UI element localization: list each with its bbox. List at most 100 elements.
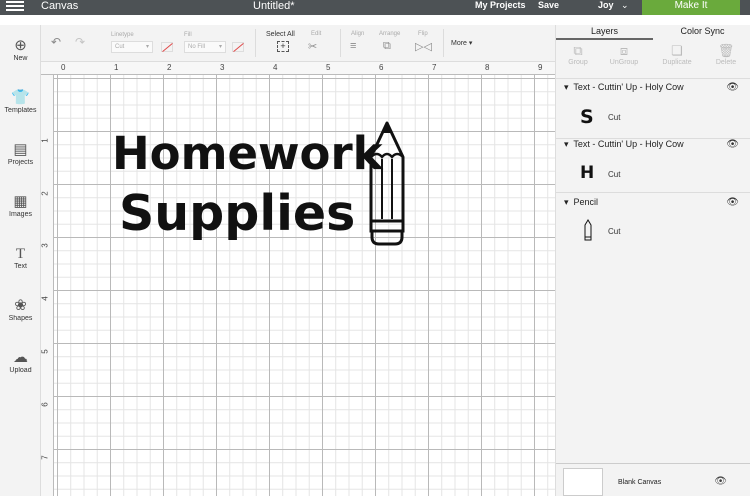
blank-canvas-swatch[interactable] <box>563 468 603 496</box>
visibility-eye-icon[interactable]: 👁 <box>726 139 739 150</box>
linetype-value: Cut <box>115 44 125 50</box>
design-text-supplies[interactable]: Supplies <box>119 185 355 243</box>
edit-scissors-icon[interactable]: ✂ <box>308 40 317 53</box>
align-label: Align <box>351 31 365 37</box>
save-button[interactable]: Save <box>538 0 559 10</box>
linetype-label: Linetype <box>111 32 134 38</box>
hidden-eye-icon[interactable]: 👁 <box>714 476 727 487</box>
layer-thumbnail: S <box>580 106 594 128</box>
ruler-label: 2 <box>40 191 50 196</box>
select-all-label: Select All <box>266 31 295 38</box>
layer-group[interactable]: ▾ Text - Cuttin' Up - Holy Cow 👁 H Cut <box>556 139 750 193</box>
app-name: Canvas <box>41 0 79 12</box>
sidebar-item-text[interactable]: T Text <box>0 245 41 270</box>
ruler-label: 8 <box>485 63 490 72</box>
my-projects-link[interactable]: My Projects <box>475 0 526 10</box>
user-menu[interactable]: Joy <box>598 0 614 10</box>
pencil-thumbnail-icon <box>584 219 592 241</box>
ruler-label: 5 <box>326 63 331 72</box>
align-icon[interactable]: ≡ <box>350 40 356 52</box>
sidebar-item-label: Images <box>9 211 32 218</box>
ruler-label: 1 <box>40 138 50 143</box>
projects-icon: ▤ <box>13 141 28 158</box>
ruler-label: 9 <box>538 63 543 72</box>
tab-color-sync[interactable]: Color Sync <box>654 25 750 40</box>
ruler-label: 6 <box>379 63 384 72</box>
sidebar-item-upload[interactable]: ☁ Upload <box>0 349 41 374</box>
ruler-label: 4 <box>273 63 278 72</box>
layer-tools: ⧉ Group ⧈ UnGroup ❏ Duplicate 🗑 Delete <box>556 41 750 79</box>
edit-label: Edit <box>311 31 322 37</box>
duplicate-button[interactable]: ❏ Duplicate <box>655 43 699 66</box>
make-it-button[interactable]: Make It <box>642 0 740 15</box>
blank-canvas-row[interactable]: Blank Canvas 👁 <box>556 463 750 496</box>
fill-color-swatch[interactable] <box>232 42 244 53</box>
layer-name: Pencil <box>573 197 599 207</box>
undo-icon[interactable]: ↶ <box>51 35 61 49</box>
ruler-label: 7 <box>40 455 50 460</box>
ruler-label: 3 <box>40 243 50 248</box>
visibility-eye-icon[interactable]: 👁 <box>726 197 739 208</box>
image-icon: ▦ <box>13 193 28 210</box>
ruler-label: 5 <box>40 349 50 354</box>
fill-label: Fill <box>184 32 192 38</box>
arrange-icon[interactable]: ⧉ <box>383 40 391 53</box>
sidebar-item-label: New <box>13 55 28 62</box>
fill-value: No Fill <box>188 44 206 50</box>
sidebar-item-templates[interactable]: 👕 Templates <box>0 89 41 114</box>
pencil-shape[interactable] <box>366 121 408 247</box>
layer-operation: Cut <box>608 113 621 122</box>
ungroup-button[interactable]: ⧈ UnGroup <box>602 43 646 66</box>
delete-button[interactable]: 🗑 Delete <box>704 43 748 66</box>
fill-select[interactable]: No Fill ▾ <box>184 41 226 53</box>
panel-tabs: Layers Color Sync <box>556 25 750 40</box>
layer-title[interactable]: ▾ Pencil <box>564 197 598 208</box>
dropdown-arrow-icon: ▾ <box>218 44 222 50</box>
visibility-eye-icon[interactable]: 👁 <box>726 82 739 93</box>
layer-group[interactable]: ▾ Text - Cuttin' Up - Holy Cow 👁 S Cut <box>556 82 750 139</box>
linetype-color-swatch[interactable] <box>161 42 173 53</box>
sidebar-item-new[interactable]: ⊕ New <box>0 37 41 62</box>
trash-icon: 🗑 <box>717 43 735 58</box>
ruler-label: 6 <box>40 402 50 407</box>
hamburger-menu-icon[interactable] <box>6 0 24 15</box>
duplicate-label: Duplicate <box>662 59 692 66</box>
ruler-label: 1 <box>114 63 119 72</box>
horizontal-ruler: 0 1 2 3 4 5 6 7 8 9 <box>41 62 555 75</box>
layer-title[interactable]: ▾ Text - Cuttin' Up - Holy Cow <box>564 139 684 150</box>
redo-icon[interactable]: ↷ <box>75 35 85 49</box>
blank-canvas-label: Blank Canvas <box>618 479 662 486</box>
sidebar-item-label: Text <box>14 263 27 270</box>
flip-icon[interactable]: ▷◁ <box>415 40 432 53</box>
layer-title[interactable]: ▾ Text - Cuttin' Up - Holy Cow <box>564 82 684 93</box>
flip-label: Flip <box>418 31 428 37</box>
plus-circle-icon: ⊕ <box>14 37 27 54</box>
linetype-select[interactable]: Cut ▾ <box>111 41 153 53</box>
vertical-ruler: 1 2 3 4 5 6 7 <box>41 75 54 496</box>
sidebar-item-images[interactable]: ▦ Images <box>0 193 41 218</box>
design-space-app: Canvas Untitled* My Projects Save Joy ⌄ … <box>0 0 750 496</box>
layer-thumbnail: H <box>580 163 595 183</box>
toolbar-divider <box>340 29 341 57</box>
text-icon: T <box>15 246 26 262</box>
group-button[interactable]: ⧉ Group <box>556 43 600 66</box>
sidebar-item-projects[interactable]: ▤ Projects <box>0 141 41 166</box>
design-text-homework[interactable]: Homework <box>112 127 383 181</box>
select-all-icon[interactable]: + <box>277 41 289 52</box>
sidebar-item-label: Upload <box>9 367 32 374</box>
layer-name: Text - Cuttin' Up - Holy Cow <box>573 82 684 92</box>
chevron-down-icon[interactable]: ⌄ <box>621 0 629 11</box>
ruler-label: 4 <box>40 296 50 301</box>
design-canvas[interactable]: Homework Supplies <box>54 75 555 496</box>
ruler-label: 7 <box>432 63 437 72</box>
layer-operation: Cut <box>608 227 621 236</box>
sidebar-item-shapes[interactable]: ❀ Shapes <box>0 297 41 322</box>
layer-group[interactable]: ▾ Pencil 👁 Cut <box>556 197 750 249</box>
sidebar-item-label: Templates <box>4 107 37 114</box>
shapes-icon: ❀ <box>14 297 27 314</box>
more-menu[interactable]: More ▾ <box>451 39 472 47</box>
sidebar-item-label: Projects <box>7 159 34 166</box>
tab-layers[interactable]: Layers <box>556 25 653 40</box>
ruler-label: 0 <box>61 63 66 72</box>
group-icon: ⧉ <box>573 43 583 58</box>
